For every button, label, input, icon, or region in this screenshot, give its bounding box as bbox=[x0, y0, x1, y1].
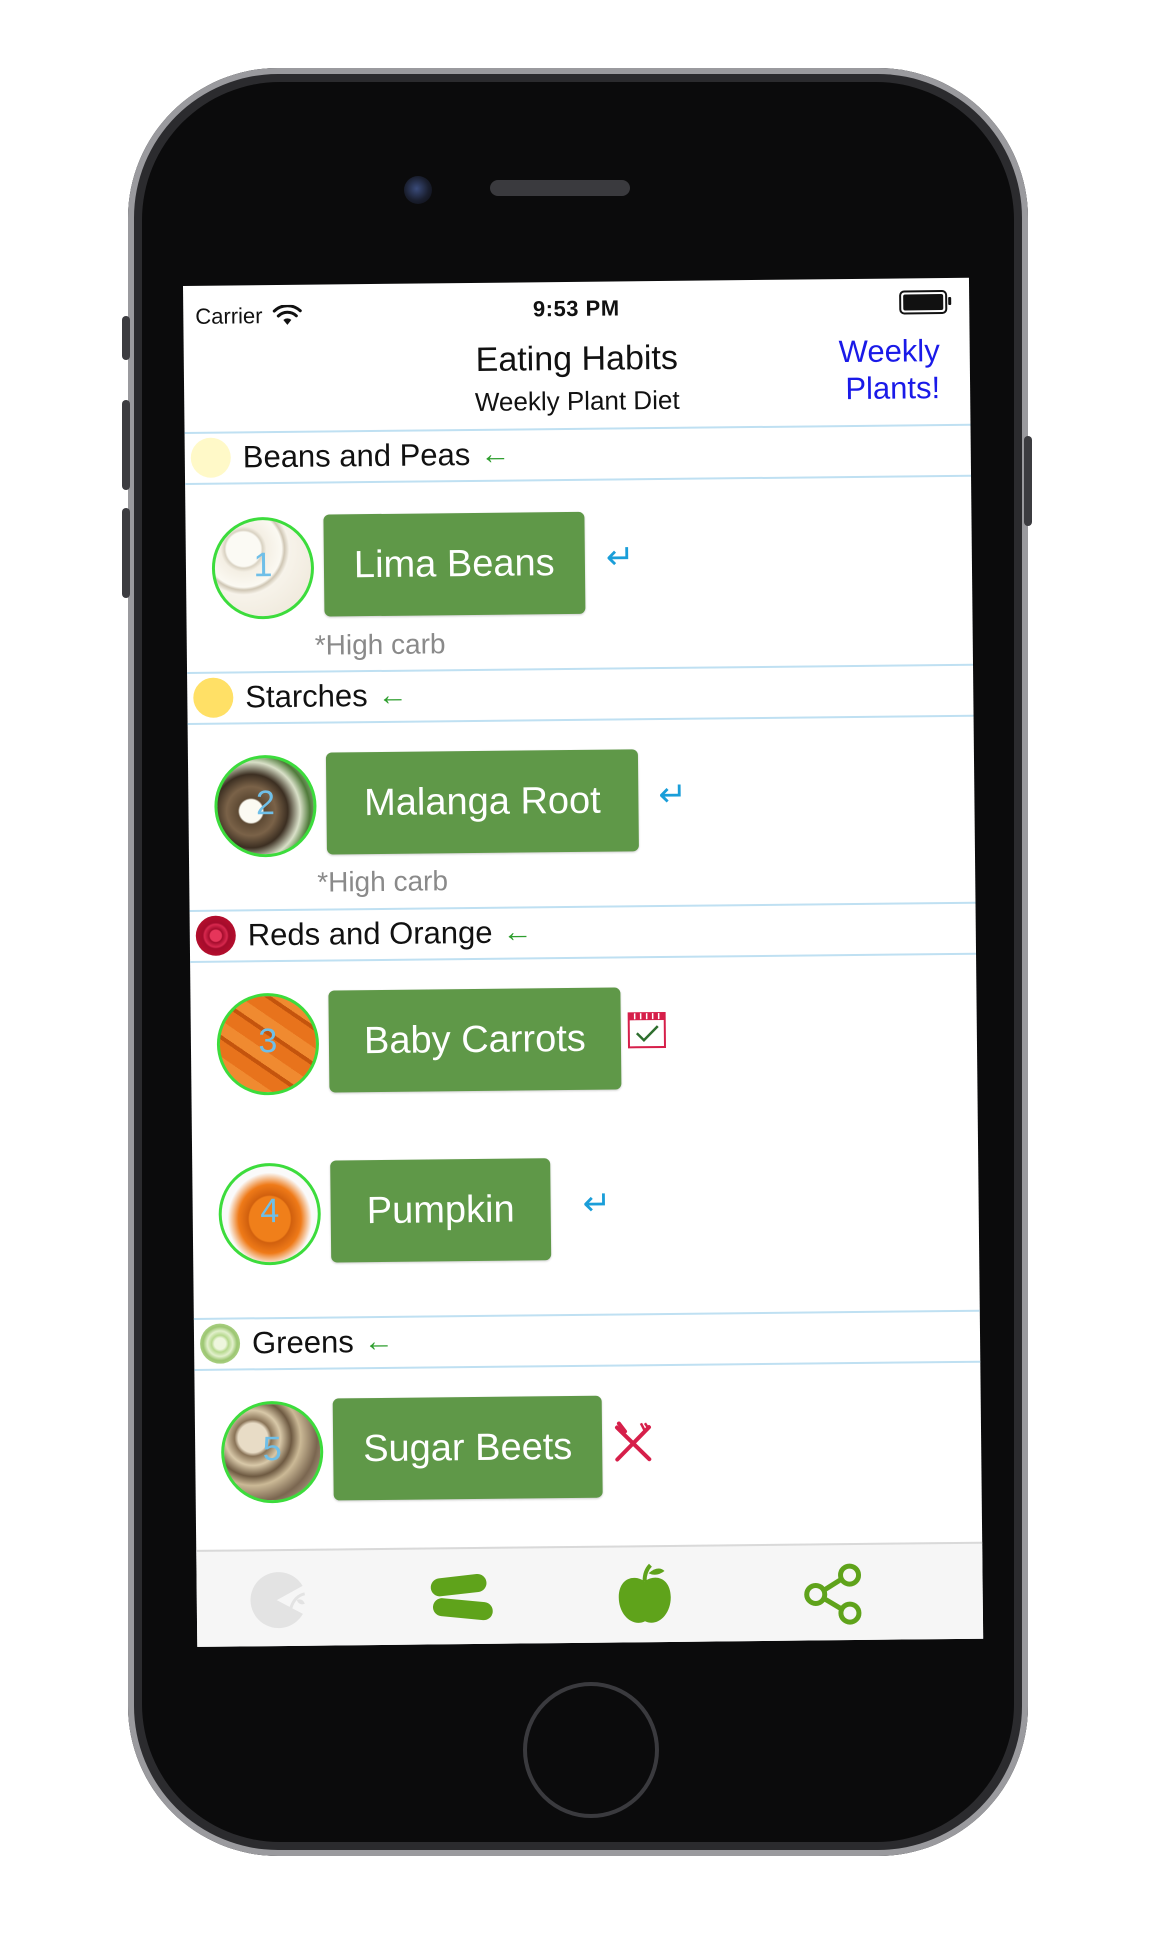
fork-knife-cross-icon[interactable] bbox=[611, 1421, 655, 1465]
lima-beans-button[interactable]: Lima Beans bbox=[323, 511, 586, 617]
left-arrow-icon[interactable]: ← bbox=[364, 1325, 394, 1359]
pumpkin-button[interactable]: Pumpkin bbox=[330, 1158, 552, 1263]
starches-dot-icon bbox=[193, 677, 234, 718]
section-label: Greens bbox=[251, 1324, 354, 1361]
item-number: 1 bbox=[253, 546, 273, 585]
return-arrow-icon[interactable]: ↵ bbox=[658, 775, 687, 815]
list-item: 2 Malanga Root ↵ bbox=[188, 746, 975, 858]
item-note: *High carb bbox=[314, 628, 446, 661]
item-number: 2 bbox=[255, 784, 276, 823]
volume-up-button bbox=[122, 400, 130, 490]
section-label: Beans and Peas bbox=[242, 437, 471, 475]
tab-share[interactable] bbox=[792, 1559, 873, 1630]
list-item: 1 Lima Beans ↵ bbox=[185, 508, 972, 620]
malanga-root-thumbnail[interactable]: 2 bbox=[213, 754, 317, 858]
tab-vegetables[interactable] bbox=[420, 1563, 501, 1634]
baby-carrots-button[interactable]: Baby Carrots bbox=[328, 987, 622, 1093]
list-item: 5 Sugar Beets bbox=[195, 1392, 982, 1504]
calendar-check-icon[interactable] bbox=[627, 1009, 667, 1049]
front-camera bbox=[404, 176, 432, 204]
weekly-plants-link[interactable]: Weekly Plants! bbox=[790, 332, 941, 408]
left-arrow-icon[interactable]: ← bbox=[377, 679, 407, 713]
left-arrow-icon[interactable]: ← bbox=[502, 915, 532, 949]
mute-switch bbox=[122, 316, 130, 360]
volume-down-button bbox=[122, 508, 130, 598]
apple-icon bbox=[618, 1563, 671, 1623]
status-bar: Carrier 9:53 PM bbox=[183, 278, 969, 330]
tab-fruits[interactable] bbox=[604, 1561, 685, 1632]
item-number: 4 bbox=[260, 1192, 280, 1231]
cabbage-dot-icon bbox=[199, 1323, 241, 1364]
item-number: 5 bbox=[262, 1430, 282, 1469]
return-arrow-icon[interactable]: ↵ bbox=[582, 1184, 611, 1224]
section-label: Starches bbox=[245, 678, 368, 715]
home-button[interactable] bbox=[523, 1682, 659, 1818]
return-arrow-icon[interactable]: ↵ bbox=[606, 537, 635, 577]
left-arrow-icon[interactable]: ← bbox=[480, 438, 510, 472]
status-time: 9:53 PM bbox=[532, 295, 620, 322]
item-number: 3 bbox=[258, 1022, 278, 1061]
beans-dot-icon bbox=[190, 437, 232, 478]
battery-icon bbox=[899, 289, 948, 315]
sugar-beets-thumbnail[interactable]: 5 bbox=[220, 1400, 324, 1504]
malanga-root-button[interactable]: Malanga Root bbox=[325, 749, 639, 855]
pumpkin-thumbnail[interactable]: 4 bbox=[218, 1162, 322, 1266]
section-header-reds-and-orange[interactable]: Reds and Orange ← bbox=[190, 904, 976, 960]
section-label: Reds and Orange bbox=[247, 914, 493, 953]
beet-dot-icon bbox=[195, 915, 237, 956]
baby-carrots-thumbnail[interactable]: 3 bbox=[216, 992, 320, 1096]
pac-plant-icon bbox=[250, 1572, 306, 1629]
sugar-beets-button[interactable]: Sugar Beets bbox=[332, 1395, 603, 1501]
list-item: 4 Pumpkin ↵ bbox=[192, 1154, 979, 1266]
section-header-beans-and-peas[interactable]: Beans and Peas ← bbox=[185, 426, 971, 482]
cucumber-icon bbox=[430, 1574, 493, 1621]
share-icon bbox=[804, 1563, 862, 1625]
app-screen: Carrier 9:53 PM Eating Habits Weekly Pla… bbox=[183, 277, 984, 1647]
item-note: *High carb bbox=[317, 865, 449, 898]
section-header-greens[interactable]: Greens ← bbox=[194, 1312, 980, 1368]
tab-plants[interactable] bbox=[236, 1565, 317, 1636]
tab-bar bbox=[196, 1541, 984, 1647]
section-header-starches[interactable]: Starches ← bbox=[187, 666, 973, 722]
power-button bbox=[1024, 436, 1032, 526]
lima-beans-thumbnail[interactable]: 1 bbox=[211, 516, 315, 620]
earpiece-speaker bbox=[490, 180, 630, 196]
list-item: 3 Baby Carrots bbox=[190, 984, 977, 1096]
